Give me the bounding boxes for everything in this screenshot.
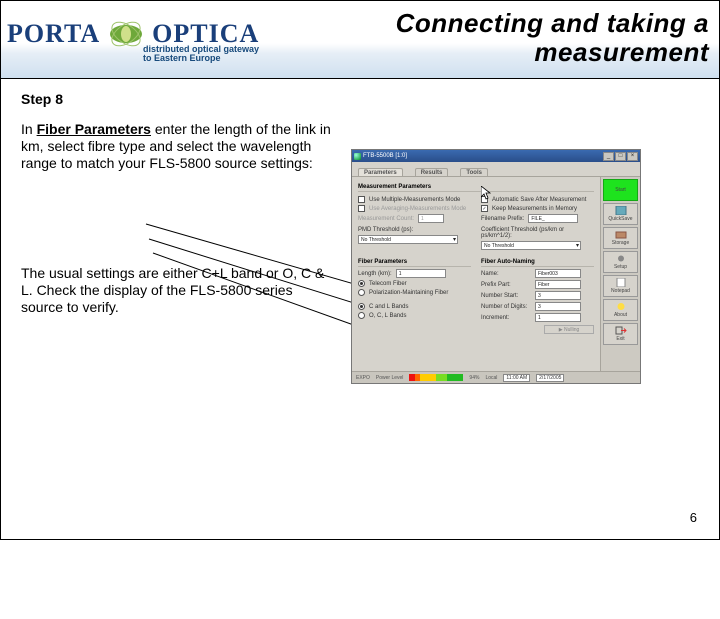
sidebar-about-button[interactable]: About — [603, 299, 638, 321]
label-filename-prefix: Filename Prefix: — [481, 216, 524, 222]
status-date: 2/17/2005 — [536, 374, 564, 382]
label-pmd-threshold: PMD Threshold (ps): — [358, 227, 413, 233]
field-name[interactable]: Fiber003 — [535, 269, 581, 278]
label-cl-bands: C and L Bands — [369, 304, 408, 310]
checkbox-averaging[interactable] — [358, 205, 365, 212]
dropdown-coeff-threshold[interactable]: No Threshold — [481, 241, 581, 250]
field-numstart[interactable]: 3 — [535, 291, 581, 300]
step-label: Step 8 — [21, 91, 699, 107]
label-autosave: Automatic Save After Measurement — [492, 197, 586, 203]
maximize-button[interactable]: □ — [615, 152, 626, 161]
info-icon — [615, 302, 627, 311]
label-coeff-threshold: Coefficient Threshold (ps/km or ps/km^1/… — [481, 227, 594, 239]
logo-text-a: PORTA — [7, 19, 100, 48]
tab-results[interactable]: Results — [415, 168, 449, 176]
status-local: Local — [485, 375, 497, 381]
minimize-button[interactable]: _ — [603, 152, 614, 161]
tab-parameters[interactable]: Parameters — [358, 168, 403, 176]
radio-ocl-bands[interactable] — [358, 312, 365, 319]
field-increment[interactable]: 1 — [535, 313, 581, 322]
label-keep-memory: Keep Measurements in Memory — [492, 206, 577, 212]
sidebar-setup-button[interactable]: Setup — [603, 251, 638, 273]
label-numdigits: Number of Digits: — [481, 304, 531, 310]
checkbox-keep-memory[interactable]: ✓ — [481, 205, 488, 212]
instruction-paragraph-1: In Fiber Parameters enter the length of … — [21, 121, 331, 171]
status-power-label: Power Level — [376, 375, 404, 381]
cursor-icon — [481, 186, 491, 200]
section-measurement-params: Measurement Parameters — [358, 184, 594, 192]
app-status-bar: EXPO Power Level 94% Local 11:00 AM 2/17… — [352, 371, 640, 383]
status-time: 11:00 AM — [503, 374, 530, 382]
app-title-bar: FTB-5500B [1:0] _ □ × — [352, 150, 640, 162]
brand-tagline: distributed optical gateway to Eastern E… — [143, 45, 259, 64]
exit-icon — [615, 326, 627, 335]
gear-icon — [615, 254, 627, 263]
field-prefix[interactable]: Fiber — [535, 280, 581, 289]
app-sidebar: Start QuickSave Storage Setup Notepad Ab… — [600, 177, 640, 383]
label-prefix: Prefix Part: — [481, 282, 531, 288]
instruction-paragraph-2: The usual settings are either C+L band o… — [21, 265, 331, 315]
label-numstart: Number Start: — [481, 293, 531, 299]
label-name: Name: — [481, 271, 531, 277]
field-numdigits[interactable]: 3 — [535, 302, 581, 311]
radio-pm-fiber[interactable] — [358, 289, 365, 296]
label-meas-count: Measurement Count: — [358, 216, 414, 222]
floppy-icon — [615, 206, 627, 215]
briefcase-icon — [615, 230, 627, 239]
status-expo: EXPO — [356, 375, 370, 381]
label-ocl-bands: O, C, L Bands — [369, 313, 406, 319]
app-tabs: Parameters Results Tools — [352, 164, 640, 177]
power-meter — [409, 374, 463, 381]
label-telecom-fiber: Telecom Fiber — [369, 281, 407, 287]
sidebar-storage-button[interactable]: Storage — [603, 227, 638, 249]
section-fiber-params: Fiber Parameters — [358, 259, 471, 267]
app-window: FTB-5500B [1:0] _ □ × Parameters Results… — [351, 149, 641, 384]
label-increment: Increment: — [481, 315, 531, 321]
field-length[interactable]: 1 — [396, 269, 446, 278]
label-pm-fiber: Polarization-Maintaining Fiber — [369, 290, 448, 296]
button-nulling[interactable]: ▶ Nulling — [544, 325, 594, 334]
tab-tools[interactable]: Tools — [460, 168, 488, 176]
lens-icon — [108, 17, 144, 51]
sidebar-start-button[interactable]: Start — [603, 179, 638, 201]
page-number: 6 — [690, 510, 697, 525]
label-length: Length (km): — [358, 271, 392, 277]
sidebar-quicksave-button[interactable]: QuickSave — [603, 203, 638, 225]
close-button[interactable]: × — [627, 152, 638, 161]
slide-header: PORTA OPTICA distributed optical gateway… — [1, 1, 719, 79]
label-multi-mode: Use Multiple-Measurements Mode — [369, 197, 460, 203]
checkbox-multi-mode[interactable] — [358, 196, 365, 203]
app-icon — [354, 153, 361, 160]
sidebar-exit-button[interactable]: Exit — [603, 323, 638, 345]
dropdown-pmd-threshold[interactable]: No Threshold — [358, 235, 458, 244]
slide-title: Connecting and taking a measurement — [396, 9, 709, 67]
radio-telecom-fiber[interactable] — [358, 280, 365, 287]
sidebar-notepad-button[interactable]: Notepad — [603, 275, 638, 297]
section-fiber-auto-naming: Fiber Auto-Naming — [481, 259, 594, 267]
field-filename-prefix[interactable]: FILE_ — [528, 214, 578, 223]
notepad-icon — [615, 278, 627, 287]
status-power-pct: 94% — [469, 375, 479, 381]
field-meas-count[interactable]: 1 — [418, 214, 444, 223]
app-title: FTB-5500B [1:0] — [363, 153, 407, 159]
label-averaging: Use Averaging-Measurements Mode — [369, 206, 466, 212]
radio-cl-bands[interactable] — [358, 303, 365, 310]
